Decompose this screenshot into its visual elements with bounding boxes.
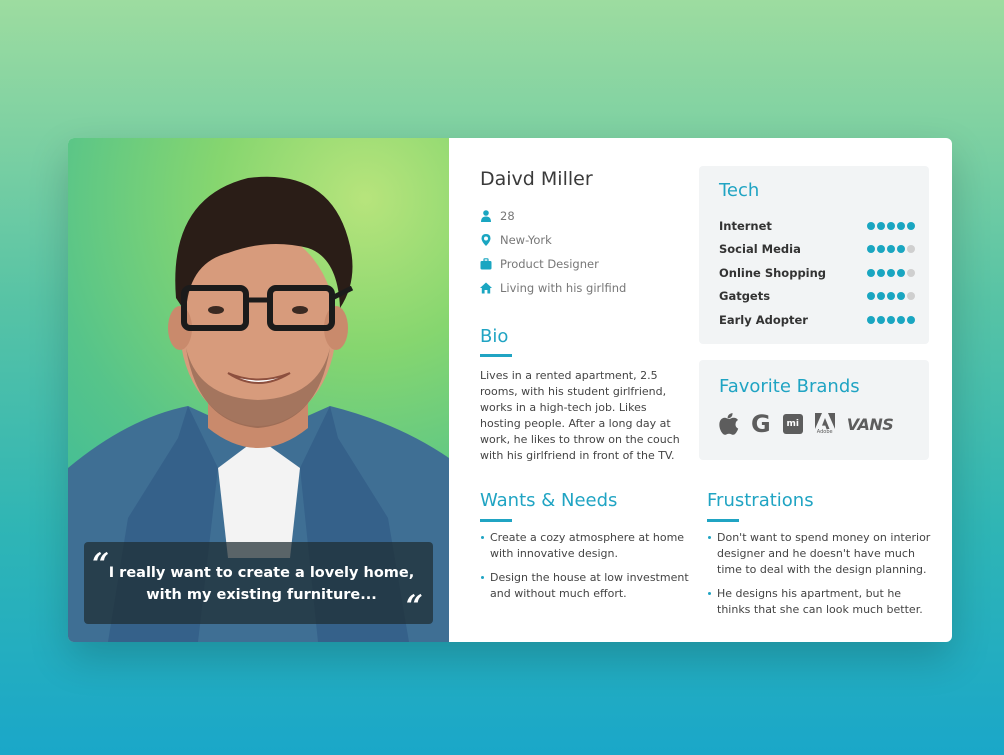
tech-row: Gatgets <box>719 285 915 309</box>
adobe-logo-icon: Adobe <box>814 413 835 435</box>
rating-dot-filled <box>867 292 875 301</box>
bio-title: Bio <box>480 326 509 347</box>
rating-dots <box>867 221 915 230</box>
briefcase-icon <box>480 258 492 270</box>
close-quote-icon: “ <box>405 589 423 624</box>
list-item: Create a cozy atmosphere at home with in… <box>480 530 692 562</box>
rating-dot-filled <box>877 245 885 254</box>
rating-dot-filled <box>877 315 885 324</box>
tech-label: Online Shopping <box>719 265 827 280</box>
fact-text: New-York <box>500 233 552 247</box>
list-item: Don't want to spend money on interior de… <box>707 530 935 578</box>
person-icon <box>481 210 491 222</box>
fact-text: Living with his girlfind <box>500 281 627 295</box>
quote-box: “ I really want to create a lovely home,… <box>84 542 433 624</box>
persona-card: “ I really want to create a lovely home,… <box>68 138 952 642</box>
fact-age: 28 <box>480 204 626 228</box>
tech-label: Early Adopter <box>719 312 808 327</box>
bio-underline <box>480 354 512 357</box>
rating-dot-filled <box>867 315 875 324</box>
persona-facts: 28 New-York Product Designer Living with… <box>480 204 626 300</box>
tech-rating-list: Internet Social Media Online Shopping Ga… <box>719 214 915 332</box>
rating-dot-filled <box>907 221 915 230</box>
fact-living: Living with his girlfind <box>480 276 626 300</box>
brand-logos: G mi Adobe VANS <box>719 410 894 438</box>
brands-title: Favorite Brands <box>719 376 860 397</box>
tech-title: Tech <box>719 180 760 201</box>
rating-dots <box>867 292 915 301</box>
frustrations-title: Frustrations <box>707 490 814 511</box>
rating-dots <box>867 245 915 254</box>
rating-dot-filled <box>887 221 895 230</box>
rating-dot-empty <box>907 268 915 277</box>
tech-row: Early Adopter <box>719 308 915 332</box>
list-item: Design the house at low investment and w… <box>480 570 692 602</box>
fact-location: New-York <box>480 228 626 252</box>
bio-text: Lives in a rented apartment, 2.5 rooms, … <box>480 369 680 462</box>
wants-underline <box>480 519 512 522</box>
rating-dot-filled <box>887 292 895 301</box>
fact-text: 28 <box>500 209 515 223</box>
rating-dot-filled <box>887 245 895 254</box>
frustrations-list: Don't want to spend money on interior de… <box>707 530 935 626</box>
persona-quote: I really want to create a lovely home, w… <box>108 565 415 603</box>
location-pin-icon <box>481 234 491 246</box>
rating-dot-filled <box>877 292 885 301</box>
rating-dot-filled <box>897 292 905 301</box>
rating-dot-empty <box>907 245 915 254</box>
rating-dot-filled <box>907 315 915 324</box>
tech-label: Social Media <box>719 242 801 257</box>
rating-dot-filled <box>867 268 875 277</box>
wants-title: Wants & Needs <box>480 490 618 511</box>
vans-logo-icon: VANS <box>846 414 894 434</box>
rating-dot-filled <box>897 315 905 324</box>
rating-dot-filled <box>887 268 895 277</box>
rating-dot-filled <box>877 221 885 230</box>
rating-dots <box>867 268 915 277</box>
fact-text: Product Designer <box>500 257 599 271</box>
tech-panel: Tech Internet Social Media Online Shoppi… <box>699 166 929 344</box>
home-icon <box>480 282 492 294</box>
persona-name: Daivd Miller <box>480 168 593 190</box>
google-logo-icon: G <box>751 410 771 438</box>
tech-label: Gatgets <box>719 289 771 304</box>
rating-dot-filled <box>897 245 905 254</box>
fact-job: Product Designer <box>480 252 626 276</box>
rating-dots <box>867 315 915 324</box>
persona-photo: “ I really want to create a lovely home,… <box>68 138 449 642</box>
rating-dot-empty <box>907 292 915 301</box>
rating-dot-filled <box>877 268 885 277</box>
apple-logo-icon <box>719 413 739 435</box>
tech-row: Social Media <box>719 238 915 262</box>
frustrations-underline <box>707 519 739 522</box>
adobe-wordmark: Adobe <box>816 429 833 435</box>
brands-panel: Favorite Brands G mi Adobe VANS <box>699 360 929 460</box>
rating-dot-filled <box>867 221 875 230</box>
tech-label: Internet <box>719 218 772 233</box>
rating-dot-filled <box>867 245 875 254</box>
rating-dot-filled <box>897 268 905 277</box>
rating-dot-filled <box>887 315 895 324</box>
list-item: He designs his apartment, but he thinks … <box>707 586 935 618</box>
tech-row: Online Shopping <box>719 261 915 285</box>
xiaomi-logo-icon: mi <box>782 414 803 434</box>
tech-row: Internet <box>719 214 915 238</box>
wants-list: Create a cozy atmosphere at home with in… <box>480 530 692 610</box>
rating-dot-filled <box>897 221 905 230</box>
adobe-mark-icon <box>814 413 835 429</box>
